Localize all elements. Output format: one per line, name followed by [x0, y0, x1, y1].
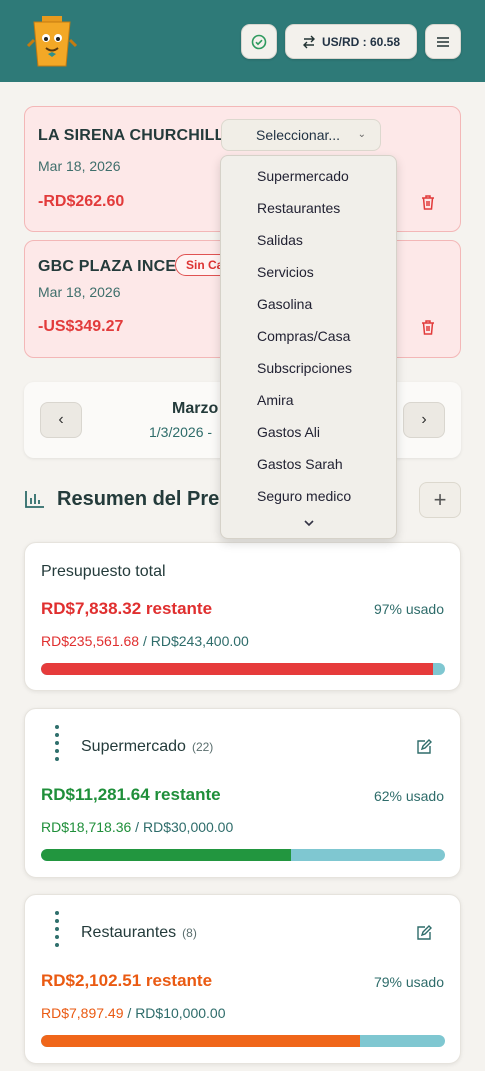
separator: / [131, 819, 143, 835]
transaction-date: Mar 18, 2026 [38, 158, 121, 174]
category-select[interactable]: Seleccionar... ⌄ [221, 119, 381, 151]
merchant-name: LA SIRENA CHURCHILL [38, 127, 225, 144]
dropdown-option[interactable]: Gastos Sarah [257, 456, 343, 472]
merchant-name: GBC PLAZA INCE [38, 258, 177, 275]
dropdown-option[interactable]: Salidas [257, 232, 303, 248]
dropdown-option[interactable]: Compras/Casa [257, 328, 350, 344]
category-card[interactable]: Restaurantes (8) RD$2,102.51 restante 79%… [24, 894, 461, 1064]
app-header: US/RD : 60.58 [0, 0, 485, 82]
exchange-rate-button[interactable]: US/RD : 60.58 [285, 24, 417, 59]
spent-amount: RD$7,897.49 [41, 1005, 124, 1021]
edit-icon[interactable] [416, 739, 432, 755]
next-month-button[interactable]: › [403, 402, 445, 438]
budget-total-label: Presupuesto total [41, 563, 166, 580]
drag-handle-icon[interactable] [55, 911, 59, 951]
check-button[interactable] [241, 24, 277, 59]
progress-fill [41, 1035, 361, 1047]
spent-of-limit: RD$235,561.68 / RD$243,400.00 [41, 633, 249, 649]
dropdown-option[interactable]: Restaurantes [257, 200, 340, 216]
used-percent: 62% usado [373, 788, 444, 804]
progress-fill [41, 849, 292, 861]
dropdown-option[interactable]: Supermercado [257, 168, 349, 184]
chevron-down-icon[interactable] [303, 518, 315, 528]
prev-month-button[interactable]: ‹ [40, 402, 82, 438]
dropdown-option[interactable]: Amira [257, 392, 294, 408]
remaining-amount: RD$7,838.32 restante [41, 599, 213, 618]
limit-amount: RD$10,000.00 [135, 1005, 226, 1021]
category-card[interactable]: Supermercado (22) RD$11,281.64 restante 6… [24, 708, 461, 878]
trash-icon[interactable] [420, 319, 436, 336]
progress-bar [41, 1035, 445, 1047]
limit-amount: RD$243,400.00 [150, 633, 249, 649]
chevron-right-icon: › [421, 411, 427, 428]
progress-bar [41, 849, 445, 861]
progress-bar [41, 663, 445, 675]
dropdown-option[interactable]: Servicios [257, 264, 314, 280]
dropdown-option[interactable]: Seguro medico [257, 488, 351, 504]
category-label-row: Supermercado (22) [81, 738, 213, 756]
dropdown-option[interactable]: Gasolina [257, 296, 312, 312]
transaction-count: (8) [182, 926, 197, 940]
category-label-row: Restaurantes (8) [81, 924, 197, 942]
drag-handle-icon[interactable] [55, 725, 59, 765]
edit-icon[interactable] [416, 925, 432, 941]
section-title: Resumen del Pres [57, 488, 231, 510]
bar-chart-icon [25, 491, 44, 508]
dropdown-option[interactable]: Subscripciones [257, 360, 352, 376]
plus-icon: + [433, 487, 447, 512]
category-dropdown: Supermercado Restaurantes Salidas Servic… [220, 155, 397, 539]
budget-total-card[interactable]: Presupuesto total RD$7,838.32 restante 9… [24, 542, 461, 691]
transaction-count: (22) [191, 740, 214, 754]
category-select-label: Seleccionar... [256, 127, 341, 143]
dropdown-option[interactable]: Gastos Ali [257, 424, 320, 440]
menu-button[interactable] [425, 24, 461, 59]
separator: / [123, 1005, 136, 1021]
separator: / [139, 633, 151, 649]
month-range: 1/3/2026 - [149, 424, 213, 440]
used-percent: 97% usado [373, 601, 444, 617]
transaction-date: Mar 18, 2026 [38, 284, 121, 300]
spent-amount: RD$18,718.36 [41, 819, 132, 835]
limit-amount: RD$30,000.00 [142, 819, 234, 835]
chevron-left-icon: ‹ [58, 411, 64, 428]
used-percent: 79% usado [373, 974, 444, 990]
remaining-amount: RD$11,281.64 restante [41, 785, 221, 804]
remaining-amount: RD$2,102.51 restante [41, 971, 213, 990]
progress-fill [41, 663, 433, 675]
trash-icon[interactable] [420, 194, 436, 211]
budget-mascot-logo [26, 16, 78, 67]
hamburger-icon [437, 36, 449, 47]
add-category-button[interactable]: + [419, 482, 461, 518]
transaction-amount: -US$349.27 [38, 318, 124, 335]
exchange-rate-label: US/RD : 60.58 [321, 34, 401, 49]
check-circle-icon [251, 34, 267, 49]
chevron-down-icon: ⌄ [357, 129, 366, 140]
category-name: Restaurantes [81, 924, 177, 941]
spent-of-limit: RD$7,897.49 / RD$10,000.00 [41, 1005, 225, 1021]
month-title: Marzo [172, 400, 219, 417]
transaction-amount: -RD$262.60 [38, 193, 125, 210]
swap-arrows-icon [302, 35, 315, 48]
spent-amount: RD$235,561.68 [41, 633, 140, 649]
category-name: Supermercado [81, 738, 186, 755]
spent-of-limit: RD$18,718.36 / RD$30,000.00 [41, 819, 233, 835]
